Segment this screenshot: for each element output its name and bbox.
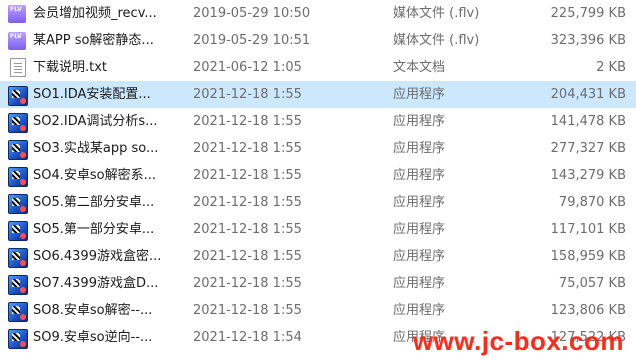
file-row[interactable]: SO4.安卓so解密系... 2021-12-18 1:55 应用程序 143,…	[0, 162, 636, 189]
file-size: 225,799 KB	[550, 6, 626, 21]
file-date: 2021-12-18 1:55	[193, 114, 302, 129]
file-size: 204,431 KB	[550, 87, 626, 102]
application-icon	[8, 329, 28, 349]
file-date: 2019-05-29 10:51	[193, 33, 311, 48]
file-row[interactable]: SO5.第二部分安卓... 2021-12-18 1:55 应用程序 79,87…	[0, 189, 636, 216]
file-row[interactable]: 某APP so解密静态... 2019-05-29 10:51 媒体文件 (.f…	[0, 27, 636, 54]
file-size: 2 KB	[596, 60, 626, 75]
file-date: 2021-12-18 1:55	[193, 141, 302, 156]
file-row[interactable]: SO7.4399游戏盒D... 2021-12-18 1:55 应用程序 75,…	[0, 270, 636, 297]
file-type: 应用程序	[393, 195, 446, 210]
file-date: 2021-12-18 1:55	[193, 87, 302, 102]
application-icon	[8, 275, 28, 295]
file-type: 应用程序	[393, 276, 446, 291]
file-type: 应用程序	[393, 87, 446, 102]
file-size: 123,806 KB	[550, 303, 626, 318]
application-icon	[8, 86, 28, 106]
site-watermark: www.jc-box.com	[412, 326, 624, 356]
file-size: 79,870 KB	[558, 195, 626, 210]
file-size: 141,478 KB	[550, 114, 626, 129]
file-name: SO9.安卓so逆向--...	[33, 330, 153, 345]
application-icon	[8, 221, 28, 241]
file-row[interactable]: SO2.IDA调试分析s... 2021-12-18 1:55 应用程序 141…	[0, 108, 636, 135]
application-icon	[8, 167, 28, 187]
file-row[interactable]: SO5.第一部分安卓... 2021-12-18 1:55 应用程序 117,1…	[0, 216, 636, 243]
file-name: SO5.第一部分安卓...	[33, 222, 155, 237]
file-row[interactable]: 会员增加视频_recv... 2019-05-29 10:50 媒体文件 (.f…	[0, 0, 636, 27]
file-size: 75,057 KB	[558, 276, 626, 291]
flv-video-icon	[8, 5, 26, 23]
file-name: 会员增加视频_recv...	[33, 6, 157, 21]
file-date: 2021-06-12 1:05	[193, 60, 302, 75]
flv-video-icon	[8, 32, 26, 50]
file-type: 应用程序	[393, 114, 446, 129]
file-date: 2021-12-18 1:55	[193, 303, 302, 318]
file-name: SO2.IDA调试分析s...	[33, 114, 158, 129]
file-size: 277,327 KB	[550, 141, 626, 156]
file-type: 应用程序	[393, 168, 446, 183]
application-icon	[8, 248, 28, 268]
file-date: 2021-12-18 1:55	[193, 249, 302, 264]
file-type: 应用程序	[393, 303, 446, 318]
file-row[interactable]: SO8.安卓so解密--... 2021-12-18 1:55 应用程序 123…	[0, 297, 636, 324]
file-type: 媒体文件 (.flv)	[393, 6, 480, 21]
file-type: 应用程序	[393, 141, 446, 156]
file-row[interactable]: SO6.4399游戏盒密... 2021-12-18 1:55 应用程序 158…	[0, 243, 636, 270]
file-name: SO3.实战某app so...	[33, 141, 159, 156]
file-size: 158,959 KB	[550, 249, 626, 264]
file-size: 117,101 KB	[550, 222, 626, 237]
file-date: 2021-12-18 1:55	[193, 168, 302, 183]
file-name: SO7.4399游戏盒D...	[33, 276, 159, 291]
file-date: 2019-05-29 10:50	[193, 6, 311, 21]
file-type: 文本文档	[393, 60, 446, 75]
file-row[interactable]: 下载说明.txt 2021-06-12 1:05 文本文档 2 KB	[0, 54, 636, 81]
file-name: SO6.4399游戏盒密...	[33, 249, 162, 264]
file-name: SO4.安卓so解密系...	[33, 168, 157, 183]
file-row-selected[interactable]: SO1.IDA安装配置... 2021-12-18 1:55 应用程序 204,…	[0, 81, 636, 108]
file-type: 应用程序	[393, 222, 446, 237]
file-name: SO5.第二部分安卓...	[33, 195, 155, 210]
file-type: 应用程序	[393, 249, 446, 264]
file-size: 323,396 KB	[550, 33, 626, 48]
file-name: 某APP so解密静态...	[33, 33, 154, 48]
application-icon	[8, 302, 28, 322]
file-name: SO1.IDA安装配置...	[33, 87, 151, 102]
text-document-icon	[10, 58, 26, 77]
file-size: 143,279 KB	[550, 168, 626, 183]
file-name: SO8.安卓so解密--...	[33, 303, 153, 318]
file-date: 2021-12-18 1:55	[193, 195, 302, 210]
application-icon	[8, 194, 28, 214]
file-name: 下载说明.txt	[33, 60, 108, 75]
file-date: 2021-12-18 1:54	[193, 330, 302, 345]
file-row[interactable]: SO3.实战某app so... 2021-12-18 1:55 应用程序 27…	[0, 135, 636, 162]
application-icon	[8, 113, 28, 133]
file-list: 会员增加视频_recv... 2019-05-29 10:50 媒体文件 (.f…	[0, 0, 636, 351]
application-icon	[8, 140, 28, 160]
file-date: 2021-12-18 1:55	[193, 222, 302, 237]
file-type: 媒体文件 (.flv)	[393, 33, 480, 48]
file-date: 2021-12-18 1:55	[193, 276, 302, 291]
